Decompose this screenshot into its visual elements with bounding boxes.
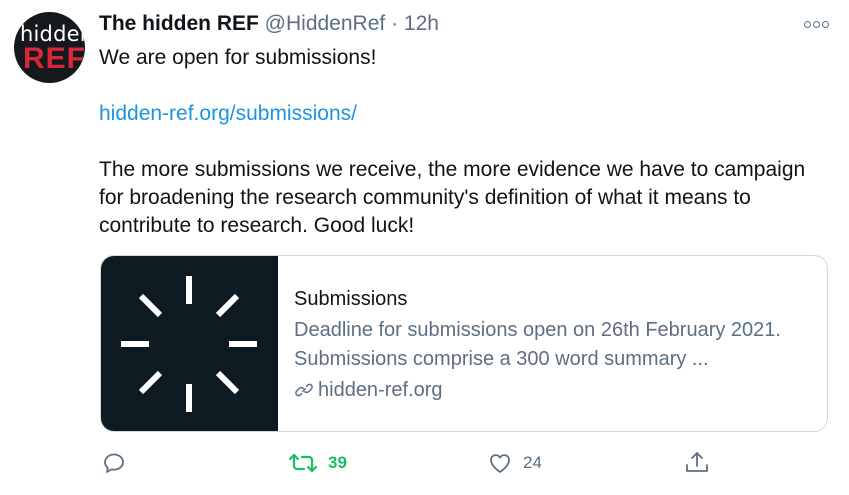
card-text: Submissions Deadline for submissions ope… [294,286,819,404]
retweet-count: 39 [328,453,347,472]
share-button[interactable] [684,448,710,478]
avatar-text-ref: REF [23,42,85,75]
tweet-header: The hidden REF @HiddenRef · 12h [99,12,439,36]
author-handle[interactable]: @HiddenRef [265,12,386,35]
more-dots-icon[interactable] [800,14,832,34]
card-title: Submissions [294,288,408,310]
heart-icon [490,454,510,473]
timestamp[interactable]: 12h [404,12,439,35]
tweet-text: We are open for submissions! hidden-ref.… [99,44,819,240]
link-preview-card[interactable]: Submissions Deadline for submissions ope… [100,255,828,432]
tweet-text-paragraph: The more submissions we receive, the mor… [99,158,806,237]
like-count: 24 [523,453,542,472]
card-domain-text: hidden-ref.org [318,379,443,401]
like-button[interactable]: 24 [487,448,542,478]
reply-button[interactable] [102,448,126,478]
tweet-actions: 39 24 [0,448,849,478]
tweet[interactable]: hidden REF The hidden REF @HiddenRef · 1… [0,0,849,495]
share-icon [686,452,708,472]
card-description: Deadline for submissions open on 26th Fe… [294,319,781,370]
card-image-loading-spinner [101,256,278,431]
tweet-text-line: We are open for submissions! [99,46,377,69]
separator-dot: · [391,12,399,35]
link-icon [295,383,313,397]
avatar[interactable]: hidden REF [14,12,85,83]
spinner-icon [121,276,257,412]
retweet-button[interactable]: 39 [288,448,347,478]
reply-icon [104,453,124,473]
author-name[interactable]: The hidden REF [99,12,259,35]
card-domain: hidden-ref.org [294,376,819,404]
retweet-icon [288,453,318,473]
submissions-link[interactable]: hidden-ref.org/submissions/ [99,102,357,125]
